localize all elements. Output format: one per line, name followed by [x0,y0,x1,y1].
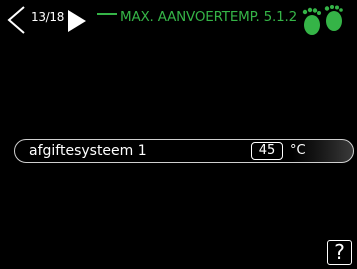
title-accent-line [97,13,117,15]
page-indicator: 13/18 [31,10,65,24]
temperature-value-field[interactable]: 45 [251,142,283,160]
setting-label: afgiftesysteem 1 [29,143,147,159]
help-button[interactable]: ? [327,240,352,265]
setting-row-afgiftesysteem-1[interactable]: afgiftesysteem 1 45 °C [14,139,354,163]
unit-label: °C [290,143,306,158]
display-screen: 13/18 MAX. AANVOERTEMP. 5.1.2 afgiftesys… [0,0,357,269]
play-right-icon[interactable] [66,8,88,34]
footprints-icon [302,5,343,35]
menu-title: MAX. AANVOERTEMP. 5.1.2 [120,9,298,25]
chevron-left-icon[interactable] [4,5,30,35]
